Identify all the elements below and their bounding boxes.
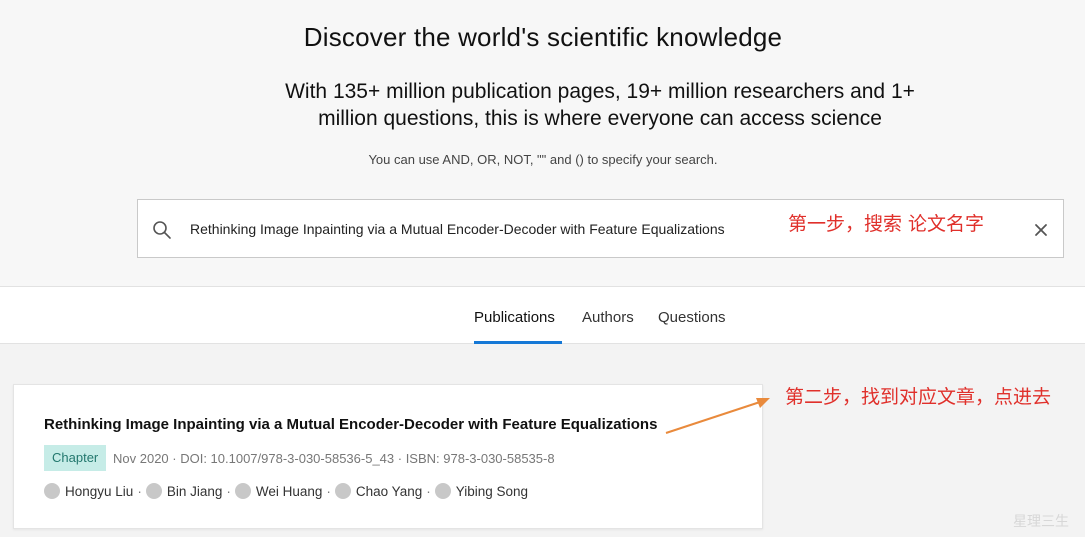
avatar xyxy=(145,483,162,499)
separator: · xyxy=(226,483,231,499)
separator: · xyxy=(326,483,331,499)
separator: · xyxy=(137,483,142,499)
author-name: Wei Huang xyxy=(255,483,323,499)
result-title-link[interactable]: Rethinking Image Inpainting via a Mutual… xyxy=(44,416,657,433)
hero-section: Discover the world's scientific knowledg… xyxy=(0,0,1085,286)
watermark: 星理三生 xyxy=(1013,514,1069,530)
author-name: Bin Jiang xyxy=(166,483,223,499)
author-name: Yibing Song xyxy=(455,483,529,499)
author-link[interactable]: Chao Yang xyxy=(334,483,423,499)
author-link[interactable]: Bin Jiang xyxy=(145,483,223,499)
tab-questions[interactable]: Questions xyxy=(658,309,726,326)
page-title: Discover the world's scientific knowledg… xyxy=(303,22,783,52)
result-meta: Nov 2020 · DOI: 10.1007/978-3-030-58536-… xyxy=(113,451,555,466)
tab-bar: Publications Authors Questions xyxy=(0,286,1085,344)
separator: · xyxy=(426,483,431,499)
annotation-step-2: 第二步，找到对应文章，点进去 xyxy=(785,386,1052,408)
annotation-step-1: 第一步，搜索 论文名字 xyxy=(788,213,985,235)
author-link[interactable]: Yibing Song xyxy=(434,483,529,499)
avatar xyxy=(234,483,251,499)
author-link[interactable]: Wei Huang xyxy=(234,483,323,499)
close-icon[interactable] xyxy=(1033,222,1049,238)
search-hint: You can use AND, OR, NOT, "" and () to s… xyxy=(368,152,718,167)
search-input[interactable]: Rethinking Image Inpainting via a Mutual… xyxy=(190,221,725,237)
search-icon xyxy=(153,221,171,239)
result-card[interactable]: Rethinking Image Inpainting via a Mutual… xyxy=(13,384,763,529)
author-name: Hongyu Liu xyxy=(65,483,134,499)
author-list: Hongyu Liu · Bin Jiang · Wei Huang · Cha… xyxy=(44,481,528,501)
author-link[interactable]: Hongyu Liu xyxy=(44,483,133,499)
author-name: Chao Yang xyxy=(355,483,423,499)
tab-publications[interactable]: Publications xyxy=(474,309,555,326)
type-badge: Chapter xyxy=(44,445,107,471)
tab-authors[interactable]: Authors xyxy=(582,309,634,326)
avatar xyxy=(434,483,451,499)
avatar xyxy=(44,483,60,499)
page-subtitle: With 135+ million publication pages, 19+… xyxy=(285,80,915,130)
avatar xyxy=(334,483,351,499)
